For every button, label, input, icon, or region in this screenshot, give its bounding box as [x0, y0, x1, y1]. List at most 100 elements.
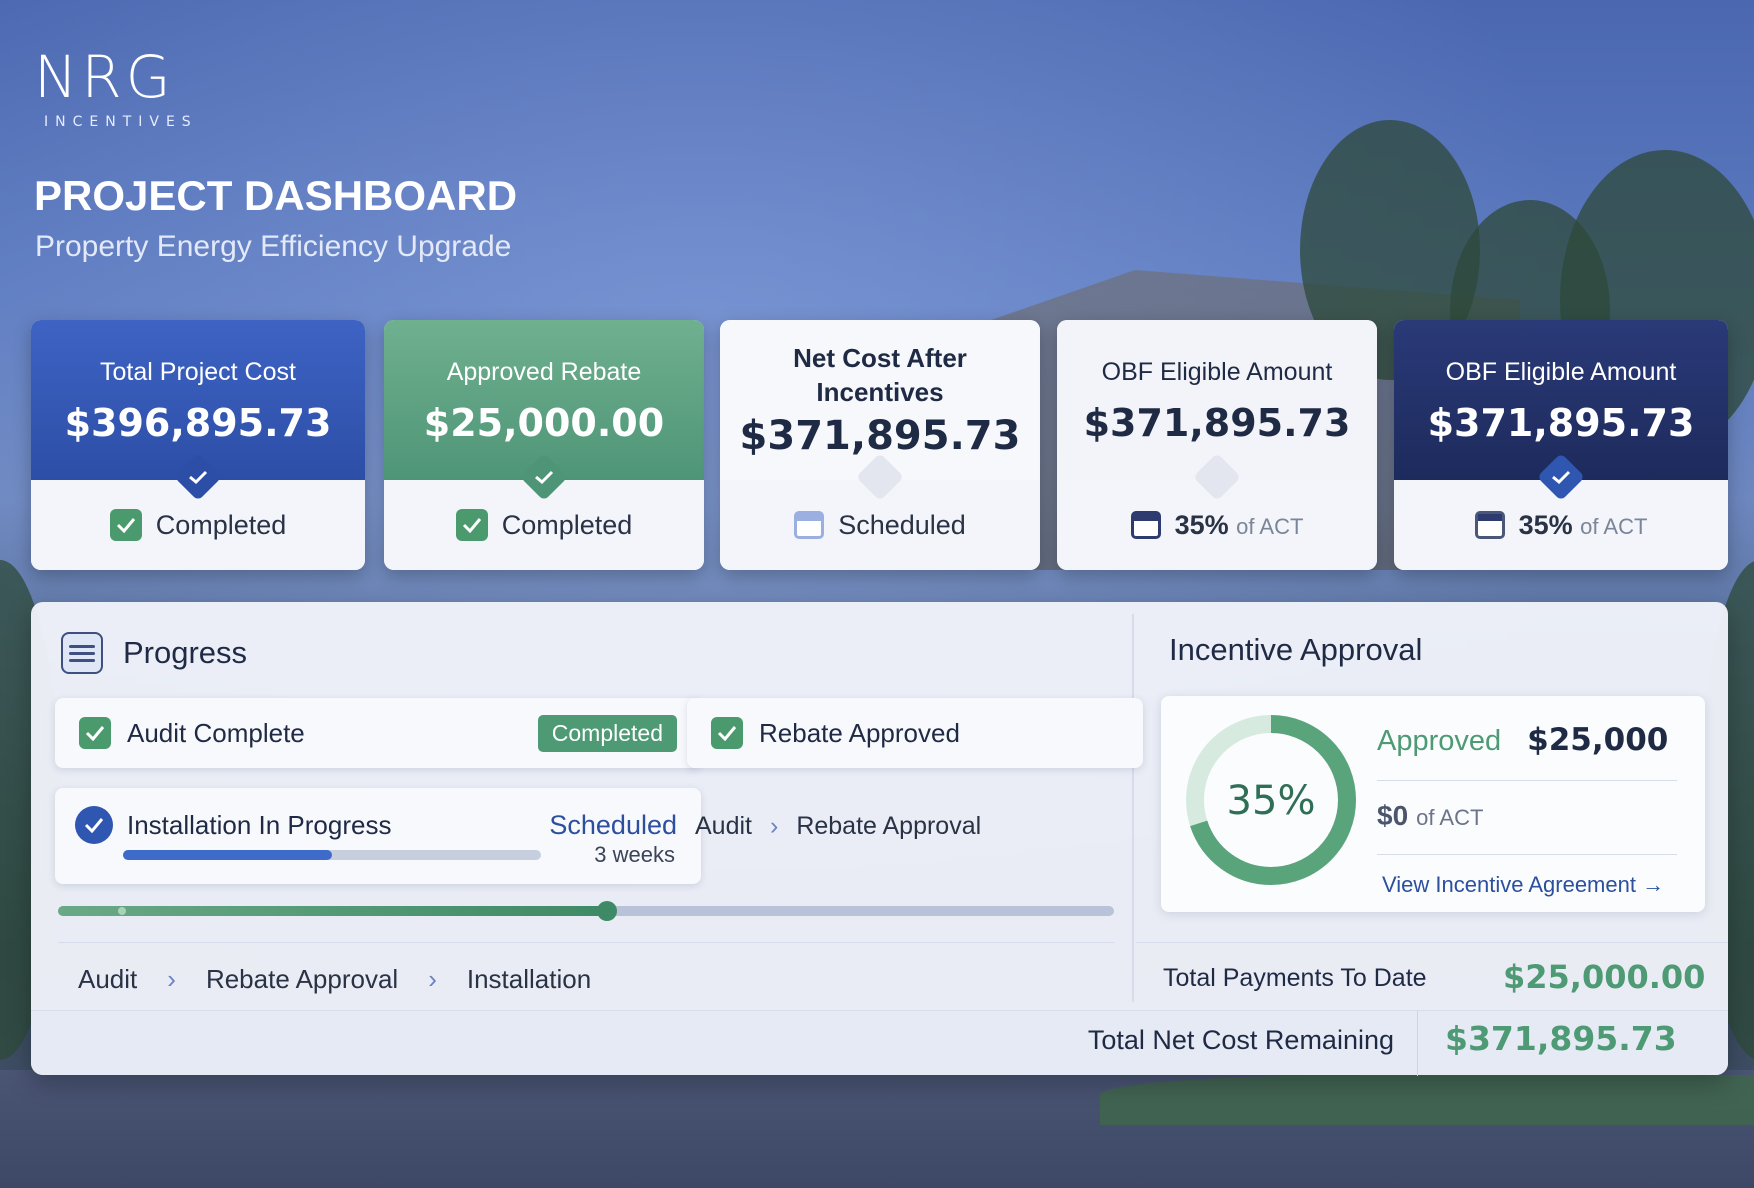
- kpi-label: Approved Rebate: [446, 358, 642, 386]
- kpi-card-approved-rebate[interactable]: Approved Rebate $25,000.00 Completed: [384, 320, 704, 570]
- notch-check-icon: [519, 452, 569, 502]
- donut-percent-label: 35%: [1227, 778, 1316, 824]
- background-lawn: [1100, 1075, 1754, 1125]
- calendar-icon: [794, 511, 825, 539]
- incentive-approval-title: Incentive Approval: [1169, 632, 1423, 667]
- kpi-status: Completed: [155, 509, 287, 540]
- kpi-value: $25,000.00: [423, 401, 665, 445]
- kpi-label: OBF Eligible Amount: [1445, 358, 1677, 386]
- status-badge-completed: Completed: [537, 714, 677, 752]
- notch-check-icon: [1536, 452, 1586, 502]
- kpi-card-footer: 35% of ACT: [1394, 452, 1728, 570]
- step-audit-complete[interactable]: Audit Complete Completed: [55, 698, 701, 768]
- divider: [1136, 942, 1728, 943]
- kpi-status: Completed: [501, 509, 633, 540]
- kpi-status-suffix: of ACT: [1580, 513, 1648, 539]
- calendar-icon: [1130, 511, 1161, 539]
- kpi-status: 35% of ACT: [1175, 510, 1304, 541]
- kpi-card-obf-eligible-dark[interactable]: OBF Eligible Amount $371,895.73 35% of A…: [1394, 320, 1728, 570]
- breadcrumb-item[interactable]: Installation: [467, 964, 591, 995]
- check-icon: [455, 509, 488, 541]
- brand-logo: NRG INCENTIVES: [34, 48, 198, 130]
- step-label: Installation In Progress: [127, 809, 392, 840]
- calendar-icon: [1474, 511, 1505, 539]
- approved-label: Approved: [1377, 725, 1502, 757]
- notch-icon: [1192, 452, 1242, 502]
- kpi-label: Total Project Cost: [100, 358, 296, 386]
- circle-check-icon: [75, 806, 113, 844]
- kpi-value: $371,895.73: [1427, 401, 1695, 445]
- kpi-status: Scheduled: [838, 509, 966, 540]
- breadcrumb-item[interactable]: Audit: [695, 812, 752, 841]
- step-label: Rebate Approved: [759, 717, 960, 748]
- kpi-card-obf-eligible[interactable]: OBF Eligible Amount $371,895.73 35% of A…: [1057, 320, 1377, 570]
- kpi-status-percent: 35%: [1174, 509, 1229, 540]
- breadcrumb: Audit › Rebate Approval › Installation: [78, 964, 591, 995]
- kpi-label: OBF Eligible Amount: [1101, 358, 1333, 386]
- kpi-value: $371,895.73: [739, 413, 1021, 459]
- kpi-value: $396,895.73: [64, 401, 332, 445]
- kpi-status-percent: 35%: [1518, 509, 1573, 540]
- kpi-value: $371,895.73: [1083, 401, 1351, 445]
- page-title: PROJECT DASHBOARD: [34, 172, 518, 219]
- step-rebate-approved[interactable]: Rebate Approved: [687, 698, 1143, 768]
- notch-icon: [855, 452, 905, 502]
- progress-knob[interactable]: [597, 901, 618, 921]
- panel-divider: [1132, 614, 1134, 1002]
- installation-progress-bar: [123, 850, 541, 860]
- step-row: Installation In Progress Scheduled: [75, 806, 677, 844]
- chevron-right-icon: ›: [769, 812, 779, 840]
- breadcrumb-item[interactable]: Rebate Approval: [796, 812, 981, 841]
- chevron-right-icon: ›: [428, 964, 437, 994]
- step-status: Scheduled: [549, 809, 677, 840]
- breadcrumb-item[interactable]: Rebate Approval: [206, 964, 398, 995]
- total-payments-label: Total Payments To Date: [1163, 964, 1427, 992]
- progress-title: Progress: [123, 635, 248, 670]
- kpi-card-total-project-cost[interactable]: Total Project Cost $396,895.73 Completed: [31, 320, 365, 570]
- total-payments-value: $25,000.00: [1503, 958, 1706, 996]
- main-panel: Progress Audit Complete Completed Rebate…: [31, 602, 1728, 1076]
- step-label: Audit Complete: [127, 717, 305, 748]
- divider: [1377, 780, 1677, 781]
- act-amount: $0: [1377, 800, 1409, 831]
- divider: [1417, 1011, 1418, 1076]
- overall-progress-slider[interactable]: [58, 901, 1114, 921]
- progress-header: Progress: [61, 632, 247, 674]
- kpi-card-footer: Completed: [31, 452, 365, 570]
- approval-donut-chart: 35%: [1186, 715, 1356, 885]
- check-icon: [711, 717, 743, 749]
- view-incentive-agreement-link[interactable]: View Incentive Agreement →: [1382, 872, 1664, 898]
- mini-breadcrumb: Audit › Rebate Approval: [695, 812, 981, 841]
- kpi-status-suffix: of ACT: [1236, 513, 1304, 539]
- kpi-status: 35% of ACT: [1519, 510, 1648, 541]
- logo-subtitle: INCENTIVES: [44, 114, 198, 130]
- incentive-approval-card: 35% Approved $25,000 $0 of ACT View Incen…: [1161, 696, 1705, 912]
- approved-row: Approved $25,000: [1377, 722, 1668, 758]
- act-suffix: of ACT: [1416, 805, 1484, 830]
- breadcrumb-item[interactable]: Audit: [78, 964, 137, 995]
- page-subtitle: Property Energy Efficiency Upgrade: [35, 230, 512, 263]
- kpi-label: Net Cost After Incentives: [793, 343, 967, 407]
- total-net-remaining-value: $371,895.73: [1445, 1019, 1677, 1058]
- approved-amount: $25,000: [1527, 722, 1669, 758]
- list-icon: [61, 632, 103, 674]
- step-installation-in-progress[interactable]: Installation In Progress Scheduled 3 wee…: [55, 788, 701, 884]
- check-icon: [79, 717, 111, 749]
- step-duration: 3 weeks: [594, 842, 675, 867]
- divider: [1377, 854, 1677, 855]
- kpi-card-footer: 35% of ACT: [1057, 452, 1377, 570]
- kpi-card-net-cost[interactable]: Net Cost After Incentives $371,895.73 Sc…: [720, 320, 1040, 570]
- logo-mark: NRG: [34, 43, 175, 111]
- chevron-right-icon: ›: [167, 964, 176, 994]
- installation-progress-fill: [123, 850, 332, 860]
- progress-start-dot: [118, 907, 126, 915]
- kpi-card-footer: Completed: [384, 452, 704, 570]
- total-net-remaining-label: Total Net Cost Remaining: [1087, 1025, 1394, 1055]
- divider: [58, 942, 1114, 943]
- overall-progress-fill: [58, 906, 608, 916]
- check-icon: [109, 509, 142, 541]
- act-row: $0 of ACT: [1377, 800, 1483, 832]
- notch-check-icon: [173, 452, 223, 502]
- kpi-card-footer: Scheduled: [720, 452, 1040, 570]
- totals-footer: Total Net Cost Remaining $371,895.73: [31, 1010, 1728, 1076]
